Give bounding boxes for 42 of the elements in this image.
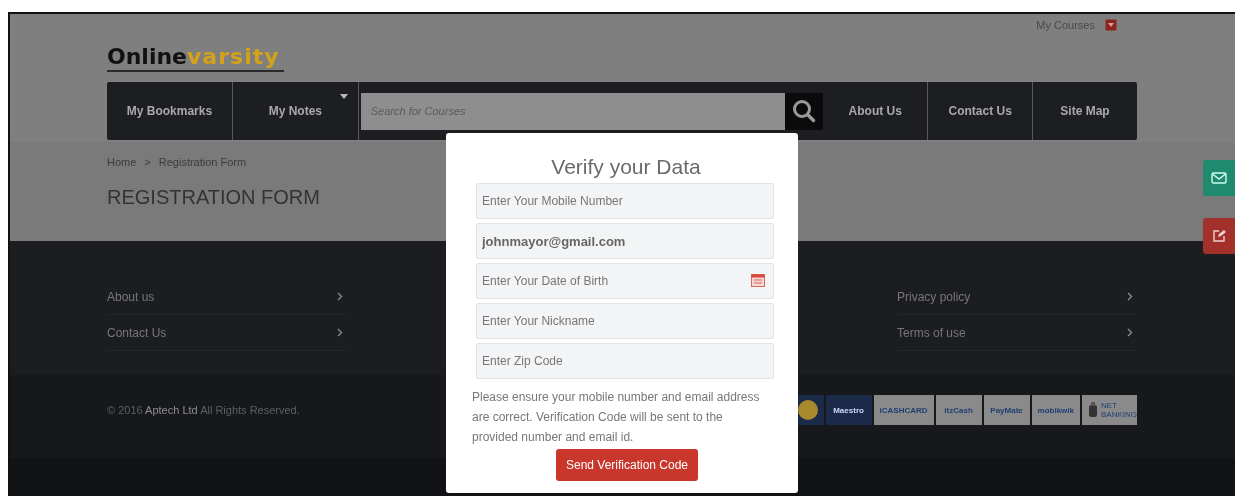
copyright-text: © 2016 Aptech Ltd All Rights Reserved. <box>107 404 300 416</box>
footer-link[interactable]: About us <box>107 279 347 315</box>
nav-link[interactable]: Contact Us <box>927 82 1033 140</box>
mail-icon <box>1211 172 1227 184</box>
nav-link[interactable]: My Bookmarks <box>107 82 233 140</box>
edit-button[interactable] <box>1203 218 1235 254</box>
footer-link[interactable]: Privacy policy <box>897 279 1137 315</box>
chevron-icon <box>337 328 343 337</box>
maestro-logo: Maestro <box>825 395 872 425</box>
nav-link[interactable]: Site Map <box>1032 82 1137 140</box>
breadcrumb-link[interactable]: Registration Form <box>158 156 247 168</box>
calendar-icon <box>751 274 765 287</box>
dropdown-icon[interactable] <box>1105 19 1117 31</box>
input-field[interactable]: Enter Your Nickname <box>476 303 774 339</box>
search-button[interactable] <box>785 92 824 130</box>
chevron-icon <box>337 292 343 301</box>
input-field[interactable]: Enter Your Date of Birth <box>476 263 774 299</box>
breadcrumb-link[interactable]: Home <box>107 156 137 168</box>
footer-link[interactable]: Terms of use <box>897 315 1137 351</box>
search-icon <box>792 99 817 123</box>
input-field[interactable]: Enter Zip Code <box>476 343 774 379</box>
payment-logo: mobikwik <box>1031 395 1080 425</box>
payment-logo: itzCash <box>935 395 982 425</box>
notice-text: Please ensure your mobile number and email address are correct. Verification Code will be sent to the provided number and email id. <box>472 389 761 446</box>
mail-button[interactable] <box>1203 160 1235 196</box>
breadcrumb-separator: > <box>144 156 151 168</box>
edit-icon <box>1212 229 1226 243</box>
input-field[interactable]: Enter Your Mobile Number <box>476 183 774 219</box>
site-logo[interactable]: Onlinevarsity <box>107 44 284 72</box>
chevron-icon <box>1127 328 1133 337</box>
send-code-button[interactable]: Send Verification Code <box>555 449 699 481</box>
input-field[interactable]: johnmayor@gmail.com <box>476 223 774 259</box>
payment-logo: PayMate <box>983 395 1030 425</box>
net-banking-logo: NET BANKING <box>1082 395 1137 425</box>
nav-link[interactable]: My Notes <box>232 82 359 140</box>
footer-link[interactable]: Contact Us <box>107 315 347 351</box>
page-title: REGISTRATION FORM <box>107 186 320 209</box>
nav-link[interactable]: About Us <box>823 82 928 140</box>
chevron-icon <box>1127 292 1133 301</box>
payment-logo: iCASHCARD <box>873 395 934 425</box>
bank-icon <box>1088 402 1098 418</box>
dialog-title: Verify your Data <box>550 155 702 179</box>
